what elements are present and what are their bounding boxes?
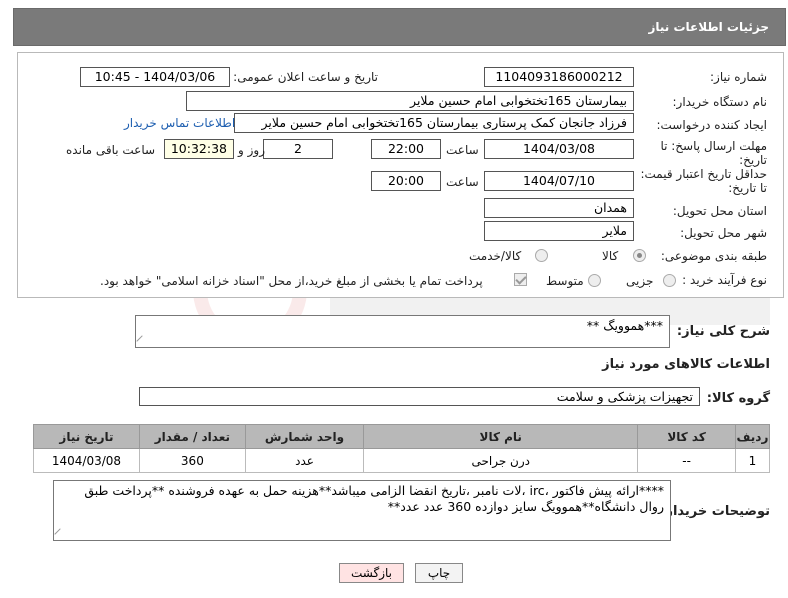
description-label: شرح کلی نیاز: [676, 324, 770, 339]
goods-section-title: اطلاعات کالاهای مورد نیاز [602, 357, 770, 372]
header-bar: جزئیات اطلاعات نیاز [13, 8, 786, 46]
buyer-org-label: نام دستگاه خریدار: [672, 95, 768, 109]
validity-date-field: 1404/07/10 [484, 171, 634, 191]
deadline-date-field: 1404/03/08 [484, 139, 634, 159]
remaining-label: ساعت باقی مانده [66, 143, 156, 157]
days-label: روز و [238, 143, 265, 157]
cell-quantity: 360 [138, 448, 246, 473]
deadline-label-1: مهلت ارسال پاسخ: تا [660, 139, 767, 153]
deadline-time-field: 22:00 [371, 139, 441, 159]
resize-grip-icon[interactable] [136, 335, 148, 347]
process-radio-medium[interactable] [588, 274, 601, 287]
need-number-label: شماره نیاز: [710, 70, 767, 84]
payment-note: پرداخت تمام یا بخشی از مبلغ خرید،از محل … [100, 274, 483, 288]
process-option-medium: متوسط [546, 274, 584, 288]
validity-label-2: تا تاریخ: [728, 181, 767, 195]
need-number-field: 1104093186000212 [484, 67, 634, 87]
buyer-notes-text: ****ارائه پیش فاکتور ،irc ،لات نامبر ،تا… [84, 483, 664, 514]
cell-name: درن جراحی [363, 448, 639, 473]
col-header-name: نام کالا [363, 424, 639, 449]
days-field: 2 [263, 139, 333, 159]
table-header-row: ردیف کد کالا نام کالا واحد شمارش تعداد /… [33, 424, 771, 449]
process-radio-minor[interactable] [663, 274, 676, 287]
city-field: ملایر [484, 221, 634, 241]
resize-grip-icon[interactable] [54, 528, 66, 540]
col-header-quantity: تعداد / مقدار [138, 424, 246, 449]
deadline-label-2: تاریخ: [739, 153, 767, 167]
category-radio-goods-service[interactable] [535, 249, 548, 262]
cell-date: 1404/03/08 [33, 448, 140, 473]
print-button[interactable]: چاپ [415, 563, 463, 583]
category-option-goods: کالا [602, 249, 619, 263]
goods-table: ردیف کد کالا نام کالا واحد شمارش تعداد /… [33, 424, 771, 473]
table-row: 1 -- درن جراحی عدد 360 1404/03/08 [33, 448, 771, 473]
province-field: همدان [484, 198, 634, 218]
cell-code: -- [637, 448, 736, 473]
deadline-time-label: ساعت [446, 143, 479, 157]
buyer-org-field: بیمارستان 165تختخوابی امام حسین ملایر [186, 91, 634, 111]
announce-label: تاریخ و ساعت اعلان عمومی: [233, 70, 378, 84]
process-option-minor: جزیی [626, 274, 654, 288]
col-header-date: تاریخ نیاز [33, 424, 140, 449]
col-header-code: کد کالا [637, 424, 736, 449]
goods-group-label: گروه کالا: [706, 391, 770, 406]
validity-time-label: ساعت [446, 175, 479, 189]
page-title: جزئیات اطلاعات نیاز [648, 20, 769, 34]
col-header-unit: واحد شمارش [244, 424, 365, 449]
city-label: شهر محل تحویل: [680, 226, 767, 240]
description-textarea[interactable]: ***هموویگ ** [135, 315, 670, 348]
creator-field: فرزاد جانجان کمک پرستاری بیمارستان 165تخ… [234, 113, 634, 133]
col-header-row-number: ردیف [734, 424, 771, 449]
description-text: ***هموویگ ** [586, 318, 663, 333]
province-label: استان محل تحویل: [672, 204, 767, 218]
buyer-notes-label: توضیحات خریدار: [660, 504, 770, 519]
treasury-payment-checkbox[interactable] [514, 273, 527, 286]
category-label: طبقه بندی موضوعی: [660, 249, 767, 263]
back-button[interactable]: بازگشت [339, 563, 404, 583]
announce-field: 1404/03/06 - 10:45 [80, 67, 230, 87]
buyer-notes-textarea[interactable]: ****ارائه پیش فاکتور ،irc ،لات نامبر ،تا… [53, 480, 671, 541]
cell-unit: عدد [244, 448, 365, 473]
remaining-time-field: 10:32:38 [164, 139, 234, 159]
buyer-contact-link[interactable]: اطلاعات تماس خریدار [124, 116, 235, 130]
goods-group-field: تجهیزات پزشکی و سلامت [139, 387, 700, 406]
category-radio-goods[interactable] [633, 249, 646, 262]
creator-label: ایجاد کننده درخواست: [656, 118, 767, 132]
category-option-goods-service: کالا/خدمت [469, 249, 522, 263]
process-label: نوع فرآیند خرید : [682, 273, 767, 287]
validity-label-1: حداقل تاریخ اعتبار قیمت: [640, 167, 767, 181]
validity-time-field: 20:00 [371, 171, 441, 191]
cell-row-number: 1 [734, 448, 771, 473]
